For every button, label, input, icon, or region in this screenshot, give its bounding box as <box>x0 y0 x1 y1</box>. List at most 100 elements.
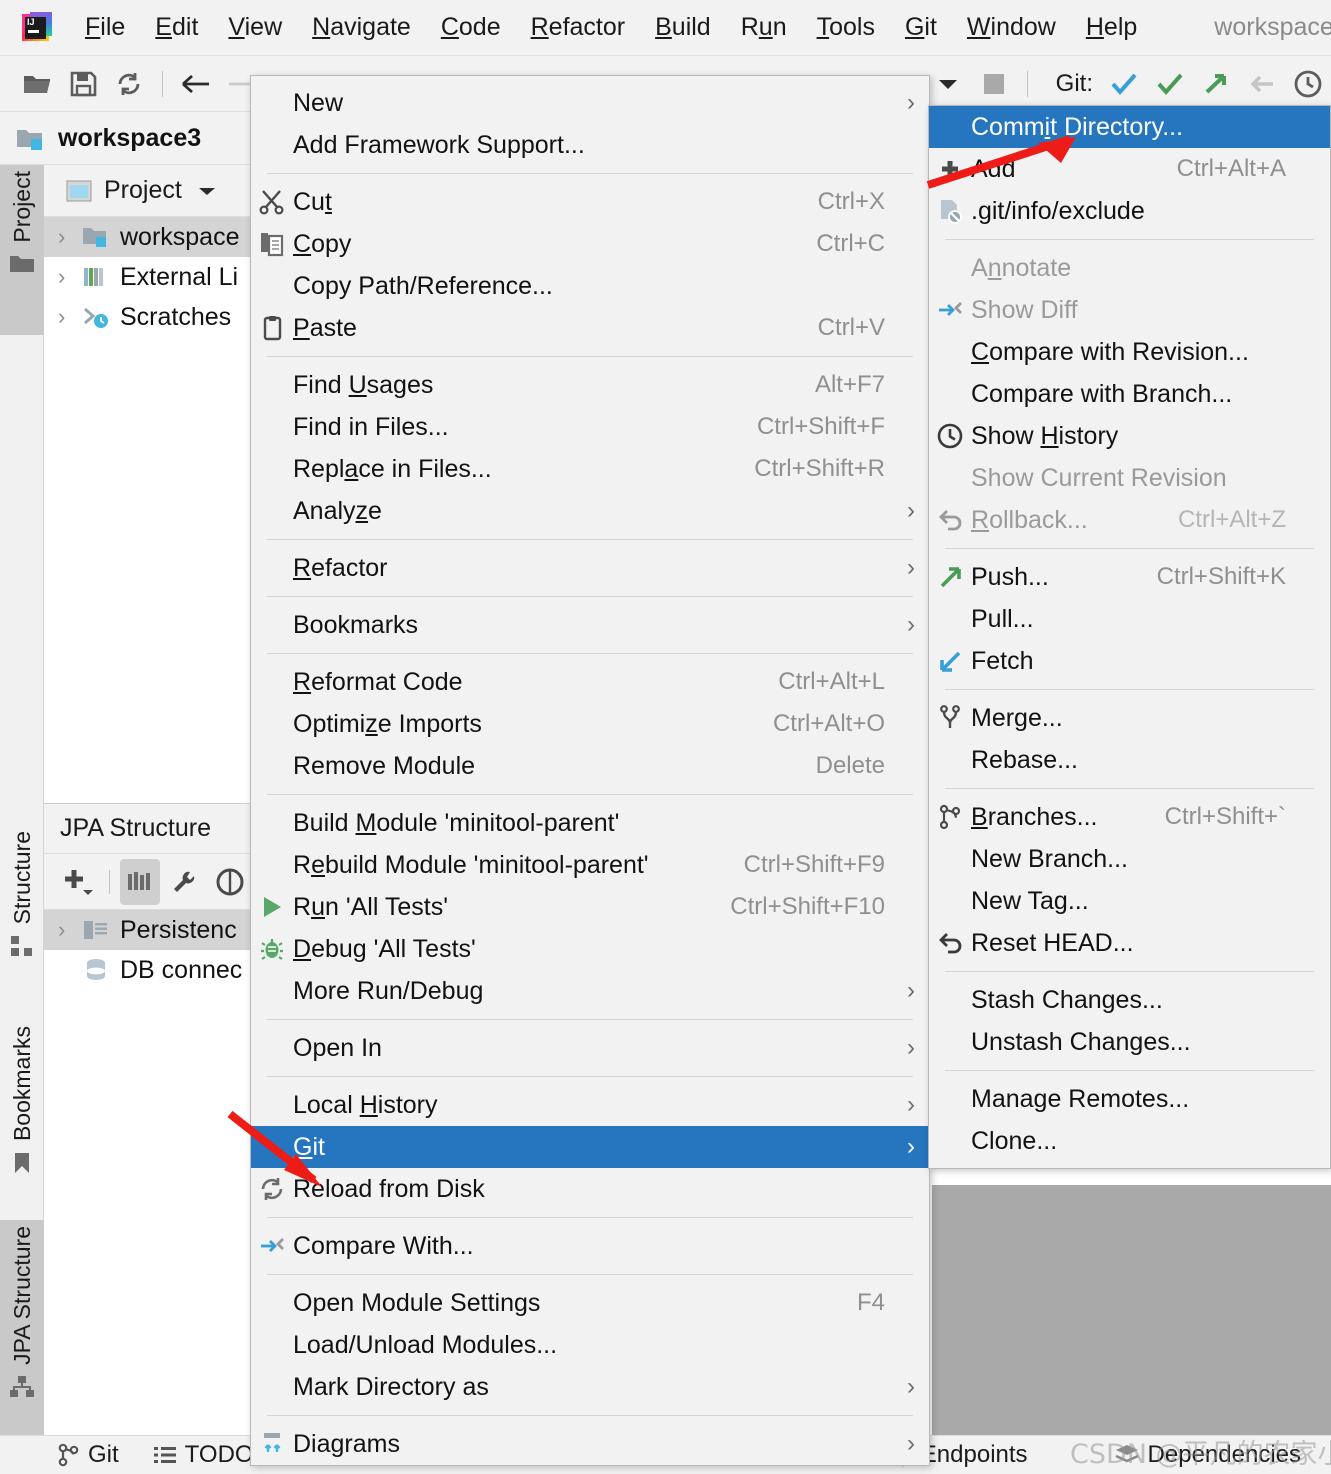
jpa-tree-item-persistence[interactable]: › Persistenc <box>44 910 250 950</box>
menu-refactor[interactable]: Refactor <box>516 11 641 44</box>
libraries-icon <box>82 265 110 289</box>
push-icon[interactable] <box>1193 64 1239 104</box>
menu-navigate[interactable]: Navigate <box>297 11 426 44</box>
open-folder-icon[interactable] <box>14 64 60 104</box>
menu-help[interactable]: Help <box>1071 11 1152 44</box>
sidebar-item-structure[interactable]: Structure <box>0 825 44 995</box>
menu-item-mark-directory-as[interactable]: Mark Directory as › <box>251 1366 929 1408</box>
menu-item-label: Push... <box>971 562 1049 591</box>
menu-item-stash-changes[interactable]: Stash Changes... <box>929 979 1330 1021</box>
menu-tools[interactable]: Tools <box>802 11 890 44</box>
menu-item-git[interactable]: Git › <box>251 1126 929 1168</box>
menu-git[interactable]: Git <box>890 11 952 44</box>
menu-item-reformat-code[interactable]: Reformat Code Ctrl+Alt+L <box>251 661 929 703</box>
menu-window[interactable]: Window <box>952 11 1071 44</box>
menu-item-copy-path-reference[interactable]: Copy Path/Reference... <box>251 265 929 307</box>
save-icon[interactable] <box>60 64 106 104</box>
menu-item-push[interactable]: Push... Ctrl+Shift+K <box>929 556 1330 598</box>
menu-edit[interactable]: Edit <box>140 11 213 44</box>
menu-item-local-history[interactable]: Local History › <box>251 1084 929 1126</box>
menu-item-compare-with-revision[interactable]: Compare with Revision... <box>929 331 1330 373</box>
menu-item-build-module-minitool-parent[interactable]: Build Module 'minitool-parent' <box>251 802 929 844</box>
commit-icon[interactable] <box>1147 64 1193 104</box>
menu-item-pull[interactable]: Pull... <box>929 598 1330 640</box>
menu-item-reset-head[interactable]: Reset HEAD... <box>929 922 1330 964</box>
menu-file[interactable]: File <box>70 11 140 44</box>
menu-code[interactable]: Code <box>426 11 516 44</box>
group-by-icon[interactable] <box>119 858 161 905</box>
menu-item-add[interactable]: Add Ctrl+Alt+A <box>929 148 1330 190</box>
menu-item-new-branch[interactable]: New Branch... <box>929 838 1330 880</box>
jpa-structure-tool-window: JPA Structure › Persistenc DB connec <box>44 803 251 1435</box>
menu-item-optimize-imports[interactable]: Optimize Imports Ctrl+Alt+O <box>251 703 929 745</box>
menu-item-show-current-revision[interactable]: Show Current Revision <box>929 457 1330 499</box>
menu-item-add-framework-support[interactable]: Add Framework Support... <box>251 124 929 166</box>
menu-item-branches[interactable]: Branches... Ctrl+Shift+` <box>929 796 1330 838</box>
run-configuration-dropdown-icon[interactable] <box>925 64 971 104</box>
tree-item-scratches[interactable]: › Scratches <box>44 297 250 337</box>
bottom-item-todo[interactable]: TODO <box>153 1441 254 1469</box>
menu-run[interactable]: Run <box>726 11 802 44</box>
menu-item-clone[interactable]: Clone... <box>929 1120 1330 1162</box>
menu-item-replace-in-files[interactable]: Replace in Files... Ctrl+Shift+R <box>251 448 929 490</box>
chevron-right-icon[interactable]: › <box>58 304 82 330</box>
sidebar-item-project[interactable]: Project <box>0 165 44 335</box>
menu-item-open-in[interactable]: Open In › <box>251 1027 929 1069</box>
menu-item-manage-remotes[interactable]: Manage Remotes... <box>929 1078 1330 1120</box>
bottom-item-git[interactable]: Git <box>58 1441 119 1469</box>
sidebar-item-bookmarks[interactable]: Bookmarks <box>0 1020 44 1205</box>
menu-item-git-info-exclude[interactable]: .git/info/exclude <box>929 190 1330 232</box>
menu-item-label: Merge... <box>971 703 1063 732</box>
menu-item-find-in-files[interactable]: Find in Files... Ctrl+Shift+F <box>251 406 929 448</box>
menu-item-compare-with[interactable]: Compare With... <box>251 1225 929 1267</box>
menu-item-fetch[interactable]: Fetch <box>929 640 1330 682</box>
menu-item-merge[interactable]: Merge... <box>929 697 1330 739</box>
menu-item-refactor[interactable]: Refactor › <box>251 547 929 589</box>
menu-item-label: More Run/Debug <box>293 976 484 1005</box>
menu-build[interactable]: Build <box>640 11 726 44</box>
update-project-icon[interactable] <box>1101 64 1147 104</box>
menu-item-compare-with-branch[interactable]: Compare with Branch... <box>929 373 1330 415</box>
menu-item-rollback[interactable]: Rollback... Ctrl+Alt+Z <box>929 499 1330 541</box>
menu-item-bookmarks[interactable]: Bookmarks › <box>251 604 929 646</box>
back-arrow-icon[interactable] <box>173 64 219 104</box>
menu-item-load-unload-modules[interactable]: Load/Unload Modules... <box>251 1324 929 1366</box>
sync-icon[interactable] <box>106 64 152 104</box>
menu-item-diagrams[interactable]: Diagrams › <box>251 1423 929 1465</box>
menu-item-paste[interactable]: Paste Ctrl+V <box>251 307 929 349</box>
menu-item-cut[interactable]: Cut Ctrl+X <box>251 181 929 223</box>
menu-item-run-all-tests[interactable]: Run 'All Tests' Ctrl+Shift+F10 <box>251 886 929 928</box>
menu-item-more-run-debug[interactable]: More Run/Debug › <box>251 970 929 1012</box>
menu-item-reload-from-disk[interactable]: Reload from Disk <box>251 1168 929 1210</box>
menu-item-open-module-settings[interactable]: Open Module Settings F4 <box>251 1282 929 1324</box>
menu-item-remove-module[interactable]: Remove Module Delete <box>251 745 929 787</box>
menu-item-show-history[interactable]: Show History <box>929 415 1330 457</box>
menu-item-debug-all-tests[interactable]: Debug 'All Tests' <box>251 928 929 970</box>
menu-item-new-tag[interactable]: New Tag... <box>929 880 1330 922</box>
menu-item-new[interactable]: New › <box>251 82 929 124</box>
menu-item-annotate[interactable]: Annotate <box>929 247 1330 289</box>
menu-item-rebase[interactable]: Rebase... <box>929 739 1330 781</box>
chevron-right-icon[interactable]: › <box>58 264 82 290</box>
jpa-tree-item-db-connection[interactable]: DB connec <box>44 950 250 990</box>
settings-wrench-icon[interactable] <box>164 859 205 905</box>
help-circle-icon[interactable] <box>209 859 250 905</box>
menu-item-accelerator: Ctrl+Alt+Z <box>1177 506 1286 533</box>
chevron-right-icon[interactable]: › <box>58 224 82 250</box>
menu-item-find-usages[interactable]: Find Usages Alt+F7 <box>251 364 929 406</box>
add-icon[interactable] <box>58 859 99 905</box>
history-icon[interactable] <box>1285 64 1331 104</box>
menu-item-commit-directory[interactable]: Commit Directory... <box>929 106 1330 148</box>
menu-item-show-diff[interactable]: Show Diff <box>929 289 1330 331</box>
chevron-right-icon[interactable]: › <box>58 917 82 943</box>
menu-view[interactable]: View <box>213 11 297 44</box>
tree-item-workspace[interactable]: › workspace <box>44 217 250 257</box>
chevron-down-icon[interactable] <box>196 184 218 198</box>
menu-item-analyze[interactable]: Analyze › <box>251 490 929 532</box>
menu-item-unstash-changes[interactable]: Unstash Changes... <box>929 1021 1330 1063</box>
stop-icon[interactable] <box>971 64 1017 104</box>
menu-item-rebuild-module-minitool-parent[interactable]: Rebuild Module 'minitool-parent' Ctrl+Shi… <box>251 844 929 886</box>
rollback-icon[interactable] <box>1239 64 1285 104</box>
tree-item-external-libraries[interactable]: › External Li <box>44 257 250 297</box>
menu-item-copy[interactable]: Copy Ctrl+C <box>251 223 929 265</box>
